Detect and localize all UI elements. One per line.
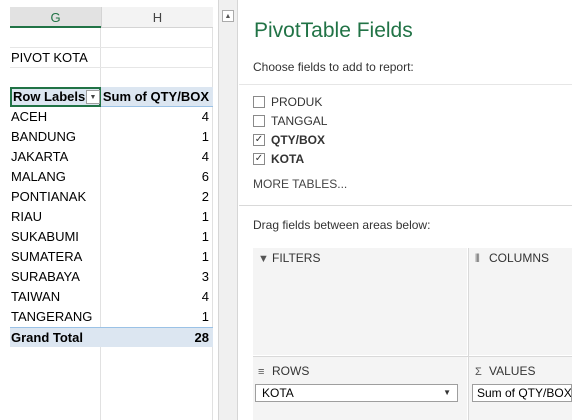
checkmark-icon[interactable]: ✓ [253,152,265,165]
rows-field-dropdown[interactable]: KOTA ▼ [255,384,458,402]
values-area-label: Σ VALUES [475,364,535,378]
pivot-title-cell[interactable]: PIVOT KOTA [11,48,88,68]
drag-hint: Drag fields between areas below: [253,218,431,232]
divider [468,248,469,420]
chevron-down-icon[interactable]: ▼ [443,385,451,401]
field-item-kota[interactable]: ✓ KOTA [253,150,304,168]
pivot-row-label[interactable]: ACEH [11,107,100,127]
divider [253,356,572,357]
field-label: TANGGAL [271,114,328,128]
pivot-row-value[interactable]: 1 [101,227,209,247]
checkmark-icon[interactable]: ✓ [253,133,265,146]
pane-title: PivotTable Fields [254,19,413,42]
field-item-produk[interactable]: PRODUK [253,93,322,111]
rows-label: ROWS [272,364,310,378]
pivot-row-value[interactable]: 6 [101,167,209,187]
pivot-row-value[interactable]: 1 [101,127,209,147]
checkbox-icon[interactable] [253,114,265,127]
column-header-h[interactable]: H [101,7,213,28]
pane-subtitle: Choose fields to add to report: [253,60,414,74]
pivot-row-value[interactable]: 3 [101,267,209,287]
pivot-row-label[interactable]: BANDUNG [11,127,100,147]
sigma-icon: Σ [475,366,482,378]
field-label: PRODUK [271,95,323,109]
pivot-header-row: Row Labels ▼ Sum of QTY/BOX [10,87,213,107]
more-tables-link[interactable]: MORE TABLES... [253,177,347,191]
columns-label: COLUMNS [489,251,550,265]
pivottable-fields-pane: PivotTable Fields Choose fields to add t… [239,0,572,420]
pivot-row-label[interactable]: SUMATERA [11,247,100,267]
pivot-row-label[interactable]: PONTIANAK [11,187,100,207]
filter-dropdown-icon[interactable]: ▼ [86,90,100,104]
pivot-row-label[interactable]: TANGERANG [11,307,100,327]
pivot-row-value[interactable]: 2 [101,187,209,207]
pivot-row-label[interactable]: JAKARTA [11,147,100,167]
filter-funnel-icon: ▼ [258,253,269,265]
values-label: VALUES [489,364,536,378]
spreadsheet: G H PIVOT KOTA Row Labels ▼ Sum of QTY/B… [0,0,218,420]
vertical-scrollbar[interactable]: ▲ [218,0,238,420]
pivot-row-value[interactable]: 4 [101,287,209,307]
pivot-row-label[interactable]: MALANG [11,167,100,187]
checkbox-icon[interactable] [253,95,265,108]
pivot-row-value[interactable]: 1 [101,207,209,227]
values-field-dropdown[interactable]: Sum of QTY/BOX [472,384,572,402]
pivot-row-label[interactable]: SURABAYA [11,267,100,287]
rows-icon: ≡ [258,366,265,378]
pivot-row-label[interactable]: SUKABUMI [11,227,100,247]
grand-total-row[interactable]: Grand Total 28 [10,327,213,347]
pivot-row-label[interactable]: RIAU [11,207,100,227]
rows-field-label: KOTA [262,386,294,400]
pivot-row-value[interactable]: 1 [101,307,209,327]
pivot-row-value[interactable]: 1 [101,247,209,267]
field-label: QTY/BOX [271,133,326,147]
field-item-tanggal[interactable]: TANGGAL [253,112,327,130]
columns-icon: ⦀ [475,253,480,265]
column-header-g[interactable]: G [10,7,101,28]
values-field-label: Sum of QTY/BOX [477,386,572,400]
pivot-row-value[interactable]: 4 [101,147,209,167]
scroll-up-arrow-icon[interactable]: ▲ [222,10,234,22]
divider [239,205,572,206]
row-labels-text: Row Labels [13,89,86,104]
field-item-qty-box[interactable]: ✓ QTY/BOX [253,131,325,149]
grand-total-value: 28 [194,330,209,345]
field-label: KOTA [271,152,305,166]
pivot-row-value[interactable]: 4 [101,107,209,127]
rows-area-label: ≡ ROWS [258,364,309,378]
grand-total-label: Grand Total [11,330,83,345]
row-labels-header[interactable]: Row Labels ▼ [10,87,101,107]
sum-header[interactable]: Sum of QTY/BOX [101,87,213,107]
filters-label: FILTERS [272,251,321,265]
filters-area-label: ▼ FILTERS [258,251,320,265]
columns-area-label: ⦀ COLUMNS [475,251,549,266]
pivot-row-label[interactable]: TAIWAN [11,287,100,307]
